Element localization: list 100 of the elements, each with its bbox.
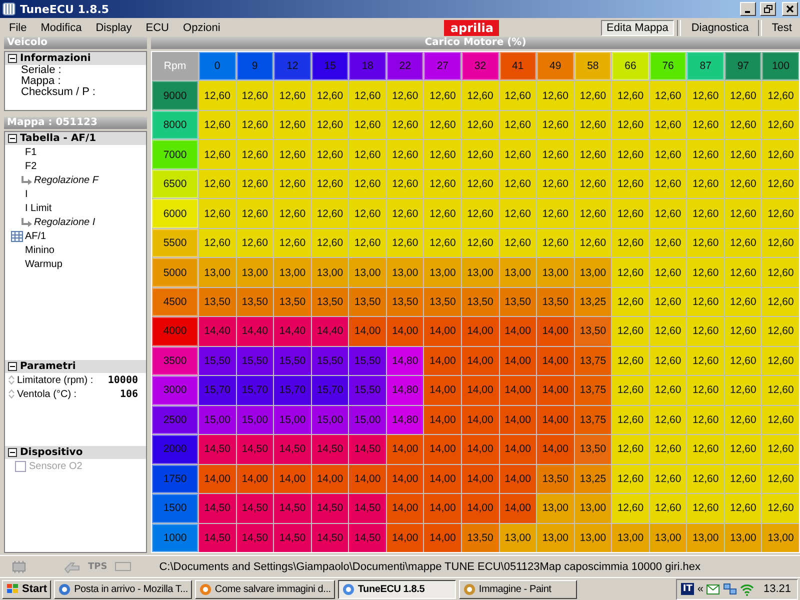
table-cell[interactable]: 14,00 xyxy=(349,317,386,346)
table-cell[interactable]: 14,00 xyxy=(424,376,461,405)
table-cell[interactable]: 12,60 xyxy=(312,228,348,258)
table-cell[interactable]: 14,50 xyxy=(199,494,236,523)
table-cell[interactable]: 12,60 xyxy=(612,406,649,434)
table-cell[interactable]: 14,40 xyxy=(274,317,311,346)
table-cell[interactable]: 12,60 xyxy=(762,464,799,494)
table-cell[interactable]: 13,00 xyxy=(462,258,498,287)
table-cell[interactable]: 12,60 xyxy=(537,199,574,228)
table-cell[interactable]: 12,60 xyxy=(199,228,236,258)
table-cell[interactable]: 12,60 xyxy=(687,81,724,110)
table-cell[interactable]: 13,50 xyxy=(349,288,386,316)
table-cell[interactable]: 12,60 xyxy=(687,258,724,287)
table-cell[interactable]: 12,60 xyxy=(612,288,649,316)
table-cell[interactable]: 12,60 xyxy=(724,140,762,169)
table-cell[interactable]: 12,60 xyxy=(650,140,686,169)
table-cell[interactable]: 14,50 xyxy=(312,435,348,464)
table-cell[interactable]: 14,00 xyxy=(274,464,311,494)
table-cell[interactable]: 12,60 xyxy=(724,346,762,376)
table-cell[interactable]: 12,60 xyxy=(762,288,799,316)
table-cell[interactable]: 13,00 xyxy=(574,494,612,523)
table-cell[interactable]: 13,75 xyxy=(574,346,612,376)
table-cell[interactable]: 14,00 xyxy=(500,346,536,376)
table-cell[interactable]: 14,00 xyxy=(462,406,498,434)
table-cell[interactable]: 12,60 xyxy=(199,170,236,198)
taskbar-button[interactable]: Immagine - Paint xyxy=(458,580,577,598)
taskbar-button[interactable]: TuneECU 1.8.5 xyxy=(338,580,456,598)
table-cell[interactable]: 13,00 xyxy=(236,258,274,287)
table-cell[interactable]: 12,60 xyxy=(612,228,649,258)
table-cell[interactable]: 12,60 xyxy=(612,110,649,140)
tree-item[interactable]: Regolazione I xyxy=(34,216,96,228)
table-cell[interactable]: 14,00 xyxy=(462,435,498,464)
table-cell[interactable]: 14,00 xyxy=(386,317,424,346)
table-cell[interactable]: 12,60 xyxy=(724,376,762,405)
table-cell[interactable]: 12,60 xyxy=(762,140,799,169)
table-cell[interactable]: 14,00 xyxy=(199,464,236,494)
table-cell[interactable]: 12,60 xyxy=(612,317,649,346)
table-cell[interactable]: 14,00 xyxy=(462,494,498,523)
table-cell[interactable]: 12,60 xyxy=(537,140,574,169)
table-cell[interactable]: 14,40 xyxy=(312,317,348,346)
table-cell[interactable]: 12,60 xyxy=(274,199,311,228)
table-cell[interactable]: 12,60 xyxy=(612,346,649,376)
table-cell[interactable]: 12,60 xyxy=(762,376,799,405)
table-cell[interactable]: 12,60 xyxy=(537,110,574,140)
table-cell[interactable]: 14,40 xyxy=(236,317,274,346)
collapse-icon[interactable] xyxy=(8,54,17,63)
table-cell[interactable]: 14,00 xyxy=(462,317,498,346)
table-cell[interactable]: 14,80 xyxy=(386,406,424,434)
table-cell[interactable]: 12,60 xyxy=(687,228,724,258)
table-cell[interactable]: 12,60 xyxy=(199,81,236,110)
tree-item[interactable]: F2 xyxy=(25,160,37,172)
table-cell[interactable]: 14,00 xyxy=(236,464,274,494)
table-cell[interactable]: 13,50 xyxy=(199,288,236,316)
show-hidden-icons[interactable]: « xyxy=(697,583,704,595)
table-cell[interactable]: 12,60 xyxy=(724,406,762,434)
mail-icon[interactable] xyxy=(706,583,720,595)
collapse-icon[interactable] xyxy=(8,134,17,143)
parameter-value[interactable]: 10000 xyxy=(108,374,138,386)
table-cell[interactable]: 12,60 xyxy=(687,317,724,346)
tree-item[interactable]: F1 xyxy=(25,146,37,158)
taskbar-button[interactable]: Come salvare immagini d... xyxy=(194,580,335,598)
table-cell[interactable]: 12,60 xyxy=(424,140,461,169)
table-cell[interactable]: 14,00 xyxy=(386,435,424,464)
table-cell[interactable]: 14,00 xyxy=(349,464,386,494)
table-cell[interactable]: 12,60 xyxy=(650,317,686,346)
table-cell[interactable]: 14,00 xyxy=(537,406,574,434)
table-cell[interactable]: 12,60 xyxy=(312,140,348,169)
table-cell[interactable]: 14,00 xyxy=(462,464,498,494)
table-cell[interactable]: 13,00 xyxy=(500,258,536,287)
table-cell[interactable]: 13,00 xyxy=(537,524,574,552)
table-cell[interactable]: 12,60 xyxy=(724,258,762,287)
table-cell[interactable]: 12,60 xyxy=(424,170,461,198)
table-cell[interactable]: 13,50 xyxy=(500,288,536,316)
table-cell[interactable]: 12,60 xyxy=(199,199,236,228)
table-cell[interactable]: 12,60 xyxy=(500,228,536,258)
table-cell[interactable]: 12,60 xyxy=(650,170,686,198)
tab[interactable]: Test xyxy=(766,20,798,36)
table-cell[interactable]: 12,60 xyxy=(612,494,649,523)
table-cell[interactable]: 12,60 xyxy=(349,199,386,228)
table-cell[interactable]: 12,60 xyxy=(349,81,386,110)
table-cell[interactable]: 14,00 xyxy=(500,406,536,434)
table-cell[interactable]: 14,00 xyxy=(386,524,424,552)
table-cell[interactable]: 12,60 xyxy=(687,376,724,405)
table-cell[interactable]: 14,50 xyxy=(199,524,236,552)
table-cell[interactable]: 13,25 xyxy=(574,464,612,494)
table-cell[interactable]: 12,60 xyxy=(574,110,612,140)
table-cell[interactable]: 12,60 xyxy=(762,228,799,258)
table-cell[interactable]: 12,60 xyxy=(537,170,574,198)
table-cell[interactable]: 12,60 xyxy=(537,228,574,258)
table-cell[interactable]: 12,60 xyxy=(199,110,236,140)
table-cell[interactable]: 12,60 xyxy=(762,406,799,434)
table-cell[interactable]: 12,60 xyxy=(687,199,724,228)
table-cell[interactable]: 13,50 xyxy=(574,435,612,464)
table-cell[interactable]: 12,60 xyxy=(386,110,424,140)
table-cell[interactable]: 13,75 xyxy=(574,376,612,405)
table-cell[interactable]: 12,60 xyxy=(650,464,686,494)
table-cell[interactable]: 14,50 xyxy=(274,524,311,552)
table-cell[interactable]: 14,00 xyxy=(424,464,461,494)
table-cell[interactable]: 12,60 xyxy=(650,258,686,287)
tree-item[interactable]: I xyxy=(25,188,28,200)
